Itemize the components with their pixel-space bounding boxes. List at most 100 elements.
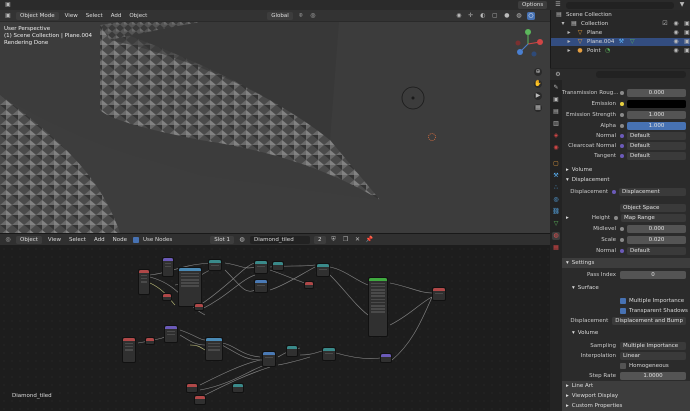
node-map-range-2[interactable] [322, 347, 336, 361]
node-value-5[interactable] [186, 383, 198, 393]
menu-node[interactable]: Node [111, 237, 129, 243]
outliner-row-collection[interactable]: ▾ ▤ Collection ☑ ◉ ▣ [551, 20, 690, 28]
camera-icon[interactable]: ▣ [683, 29, 690, 37]
physics-tab-icon[interactable]: ◎ [552, 196, 560, 204]
hand-icon[interactable]: ✋ [534, 80, 542, 88]
displacement-section-header[interactable]: ▾ Displacement [562, 175, 690, 185]
shading-solid-icon[interactable]: ● [503, 12, 511, 20]
world-tab-icon[interactable]: ◉ [552, 144, 560, 152]
node-math-group[interactable] [178, 267, 202, 307]
node-mapping[interactable] [162, 257, 174, 277]
xray-icon[interactable]: ▢ [491, 12, 499, 20]
custom-properties-section-header[interactable]: ▸ Custom Properties [562, 401, 690, 411]
transform-orientation[interactable]: Global [267, 11, 293, 20]
scale-field[interactable]: 0.020 [627, 235, 686, 244]
expand-icon[interactable]: ▾ [559, 20, 567, 28]
camera-icon[interactable]: ▶ [534, 92, 542, 100]
node-value[interactable] [162, 293, 172, 301]
node-math[interactable] [272, 261, 284, 271]
node-combine[interactable] [208, 259, 222, 271]
menu-object[interactable]: Object [127, 13, 149, 19]
node-texture-coordinate[interactable] [138, 269, 150, 295]
navigation-gizmo[interactable] [510, 28, 546, 62]
volume-section-header[interactable]: ▸ Volume [562, 165, 690, 175]
normal-field[interactable]: Default [627, 131, 686, 140]
disp-normal-field[interactable]: Default [627, 246, 686, 255]
menu-select[interactable]: Select [84, 13, 105, 19]
displacement-node-field[interactable]: Displacement [619, 187, 686, 196]
node-vector-math-2[interactable] [262, 351, 276, 367]
viewport-display-section-header[interactable]: ▸ Viewport Display [562, 391, 690, 401]
clearcoat-normal-field[interactable]: Default [627, 141, 686, 150]
node-value-6[interactable] [194, 395, 206, 405]
displacement-method-selector[interactable]: Displacement and Bump [612, 316, 686, 325]
eye-icon[interactable]: ◉ [672, 47, 680, 55]
grid-icon[interactable]: ▦ [534, 104, 542, 112]
visibility-icon[interactable]: ◉ [455, 12, 463, 20]
options-button[interactable]: Options [518, 1, 548, 9]
eye-icon[interactable]: ◉ [672, 20, 680, 28]
fake-user-icon[interactable]: ⛨ [330, 236, 338, 244]
outliner-row-point[interactable]: ▸ ● Point ◔ ◉ ▣ [551, 47, 690, 55]
output-tab-icon[interactable]: ▤ [552, 108, 560, 116]
node-displacement[interactable] [380, 353, 392, 363]
expand-icon[interactable]: ▸ [565, 38, 573, 46]
constraints-tab-icon[interactable]: ⛓ [552, 208, 560, 216]
use-nodes-checkbox[interactable] [132, 236, 139, 243]
outliner-row-plane[interactable]: ▸ ▽ Plane ◉ ▣ [551, 29, 690, 37]
node-value-3[interactable] [304, 281, 314, 289]
material-tab-icon[interactable]: ◍ [552, 232, 560, 240]
interpolation-selector[interactable]: Linear [620, 351, 686, 360]
editor-type-icon[interactable]: ◎ [4, 236, 12, 244]
node-principled-bsdf[interactable] [368, 277, 388, 337]
material-icon[interactable]: ◍ [238, 236, 246, 244]
snap-icon[interactable]: ⌾ [297, 12, 305, 20]
outliner-row-plane-004[interactable]: ▸ ▽ Plane.004 ⚒ ▽ ◉ ▣ [551, 38, 690, 46]
expand-icon[interactable]: ▸ [565, 47, 573, 55]
node-separate[interactable] [254, 260, 268, 274]
node-texture-coordinate-2[interactable] [122, 337, 136, 363]
texture-tab-icon[interactable]: ▦ [552, 244, 560, 252]
data-tab-icon[interactable]: ▽ [552, 220, 560, 228]
modifier-tab-icon[interactable]: ⚒ [552, 172, 560, 180]
checkbox-icon[interactable]: ☑ [661, 20, 669, 28]
node-editor-canvas[interactable]: Diamond_tiled [0, 245, 550, 411]
menu-add[interactable]: Add [92, 237, 107, 243]
copy-icon[interactable]: ❐ [342, 236, 350, 244]
editor-type-icon[interactable]: ▣ [4, 1, 12, 9]
close-icon[interactable]: ✕ [354, 236, 362, 244]
outliner-row-scene-collection[interactable]: ▤ Scene Collection [551, 11, 690, 19]
menu-select[interactable]: Select [67, 237, 88, 243]
camera-icon[interactable]: ▣ [683, 47, 690, 55]
shading-rendered-icon[interactable]: ○ [526, 11, 535, 20]
menu-view[interactable]: View [63, 13, 80, 19]
slot-selector[interactable]: Slot 1 [210, 235, 235, 244]
camera-icon[interactable]: ▣ [683, 38, 690, 46]
node-value-2[interactable] [194, 303, 204, 311]
transmission-roughness-field[interactable]: 0.000 [627, 88, 686, 97]
pin-icon[interactable]: 📌 [366, 236, 374, 244]
node-math-2[interactable] [232, 383, 244, 393]
mode-selector[interactable]: Object Mode [16, 11, 59, 20]
node-value-4[interactable] [145, 337, 155, 345]
node-separate-2[interactable] [286, 345, 298, 357]
step-rate-field[interactable]: 1.0000 [620, 371, 686, 380]
view-layer-tab-icon[interactable]: ▥ [552, 120, 560, 128]
zoom-icon[interactable]: ⊕ [534, 68, 542, 76]
eye-icon[interactable]: ◉ [672, 38, 680, 46]
settings-section-header[interactable]: ▾ Settings [562, 258, 690, 268]
scene-tab-icon[interactable]: ◈ [552, 132, 560, 140]
node-vector-math[interactable] [254, 279, 268, 293]
line-art-section-header[interactable]: ▸ Line Art [562, 381, 690, 391]
menu-view[interactable]: View [46, 237, 63, 243]
overlay-icon[interactable]: ◐ [479, 12, 487, 20]
material-users-count[interactable]: 2 [314, 235, 326, 244]
shading-material-icon[interactable]: ◍ [515, 12, 523, 20]
tool-tab-icon[interactable]: ✎ [552, 84, 560, 92]
midlevel-field[interactable]: 0.000 [627, 224, 686, 233]
surface-section-header[interactable]: ▾ Surface [562, 283, 690, 293]
outliner-search-input[interactable] [566, 1, 674, 9]
editor-type-icon[interactable]: ⚙ [554, 71, 562, 79]
object-tab-icon[interactable]: ▢ [552, 160, 560, 168]
proportional-edit-icon[interactable]: ◎ [309, 12, 317, 20]
